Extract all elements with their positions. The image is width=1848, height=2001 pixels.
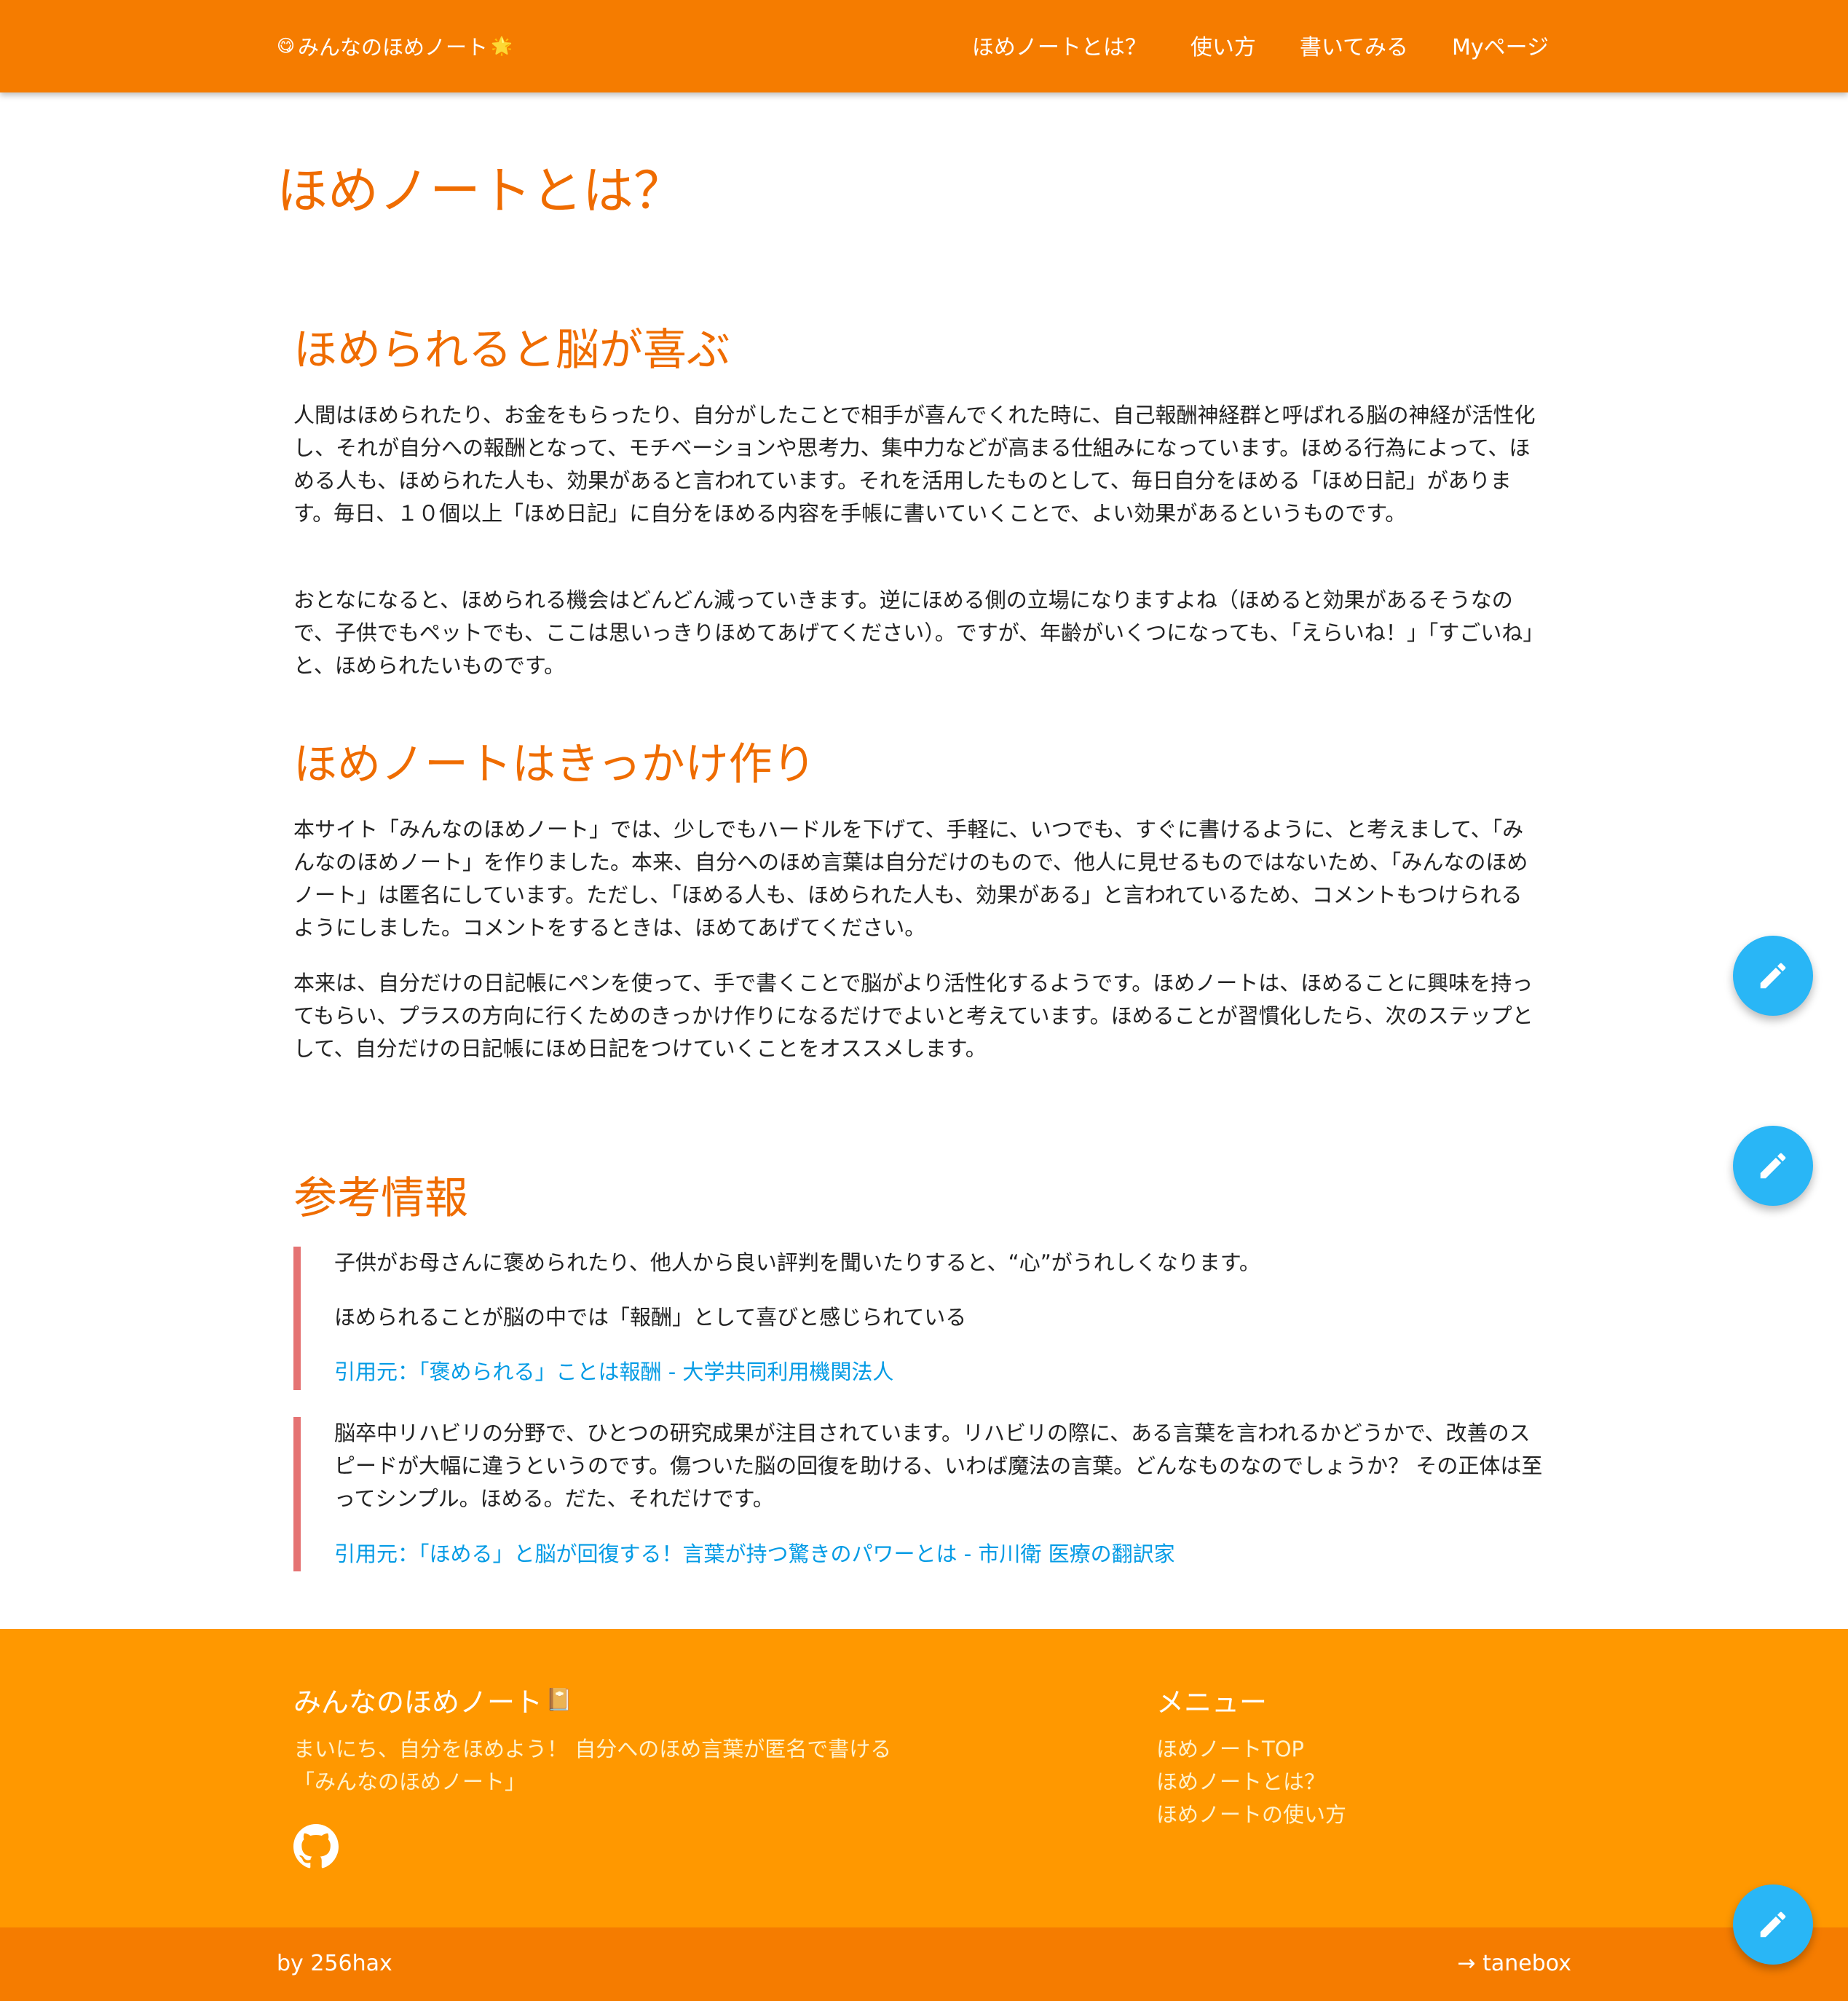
nav-usage[interactable]: 使い方: [1190, 29, 1256, 61]
tanebox-link[interactable]: → tanebox: [1457, 1951, 1571, 1976]
footer-description: まいにち、自分をほめよう！ 自分へのほめ言葉が匿名で書ける「みんなのほめノート」: [293, 1737, 892, 1794]
main-nav: ほめノートとは？ 使い方 書いてみる Myページ: [972, 29, 1549, 61]
quote-source-link[interactable]: 引用元：「ほめる」と脳が回復する！言葉が持つ驚きのパワーとは - 市川衛 医療の…: [334, 1538, 1175, 1571]
nav-mypage[interactable]: Myページ: [1452, 29, 1549, 61]
sub-footer: by 256hax → tanebox: [0, 1927, 1848, 2001]
write-fab-button[interactable]: [1733, 1126, 1813, 1206]
blockquote: 脳卒中リハビリの分野で、ひとつの研究成果が注目されています。リハビリの際に、ある…: [293, 1417, 1547, 1571]
nav-about[interactable]: ほめノートとは？: [972, 29, 1147, 61]
quote-line: ほめられることが脳の中では「報酬」として喜びと感じられている: [334, 1305, 967, 1330]
paragraph: 本来は、自分だけの日記帳にペンを使って、手で書くことで脳がより活性化するようです…: [293, 971, 1533, 1061]
quote-line: 子供がお母さんに褒められたり、他人から良い評判を聞いたりすると、“心”がうれしく…: [334, 1250, 1260, 1275]
pencil-icon: [1760, 1153, 1786, 1179]
footer-link-usage[interactable]: ほめノートの使い方: [1156, 1802, 1346, 1827]
top-navbar: 😋 みんなのほめノート 🌟 ほめノートとは？ 使い方 書いてみる Myページ: [0, 0, 1848, 92]
credit-text: by 256hax: [277, 1951, 392, 1976]
pencil-icon: [1760, 963, 1786, 989]
footer-title: みんなのほめノート 📔: [293, 1680, 572, 1720]
quote-source-link[interactable]: 引用元：「褒められる」ことは報酬 - 大学共同利用機関法人: [334, 1356, 893, 1389]
brand-link[interactable]: 😋 みんなのほめノート 🌟: [277, 31, 513, 61]
brand-title: みんなのほめノート: [298, 35, 489, 60]
paragraph: おとなになると、ほめられる機会はどんどん減っていきます。逆にほめる側の立場になり…: [293, 588, 1533, 678]
nav-write[interactable]: 書いてみる: [1300, 29, 1408, 61]
paragraph: 人間はほめられたり、お金をもらったり、自分がしたことで相手が喜んでくれた時に、自…: [293, 403, 1536, 526]
footer-menu-title: メニュー: [1156, 1686, 1268, 1718]
section-heading-brain: ほめられると脳が喜ぶ: [293, 325, 730, 376]
yum-emoji-icon: 😋: [277, 36, 296, 56]
paragraph: 本サイト「みんなのほめノート」では、少しでもハードルを下げて、手軽に、いつでも、…: [293, 817, 1528, 940]
write-fab-button[interactable]: [1733, 1884, 1813, 1965]
footer: みんなのほめノート 📔 まいにち、自分をほめよう！ 自分へのほめ言葉が匿名で書け…: [0, 1629, 1848, 1927]
page-title: ほめノートとは？: [277, 161, 684, 221]
footer-link-about[interactable]: ほめノートとは？: [1156, 1769, 1325, 1794]
github-icon[interactable]: [293, 1824, 339, 1869]
section-heading-references: 参考情報: [293, 1173, 468, 1224]
notebook-emoji-icon: 📔: [545, 1687, 573, 1713]
section-heading-trigger: ほめノートはきっかけ作り: [293, 739, 816, 790]
write-fab-button[interactable]: [1733, 936, 1813, 1016]
footer-title-text: みんなのほめノート: [293, 1686, 543, 1718]
pencil-icon: [1760, 1911, 1786, 1938]
quote-line: 脳卒中リハビリの分野で、ひとつの研究成果が注目されています。リハビリの際に、ある…: [334, 1421, 1543, 1511]
footer-link-top[interactable]: ほめノートTOP: [1156, 1737, 1304, 1761]
star-emoji-icon: 🌟: [491, 36, 513, 56]
footer-menu: ほめノートTOP ほめノートとは？ ほめノートの使い方: [1156, 1733, 1346, 1831]
blockquote: 子供がお母さんに褒められたり、他人から良い評判を聞いたりすると、“心”がうれしく…: [293, 1247, 1547, 1390]
